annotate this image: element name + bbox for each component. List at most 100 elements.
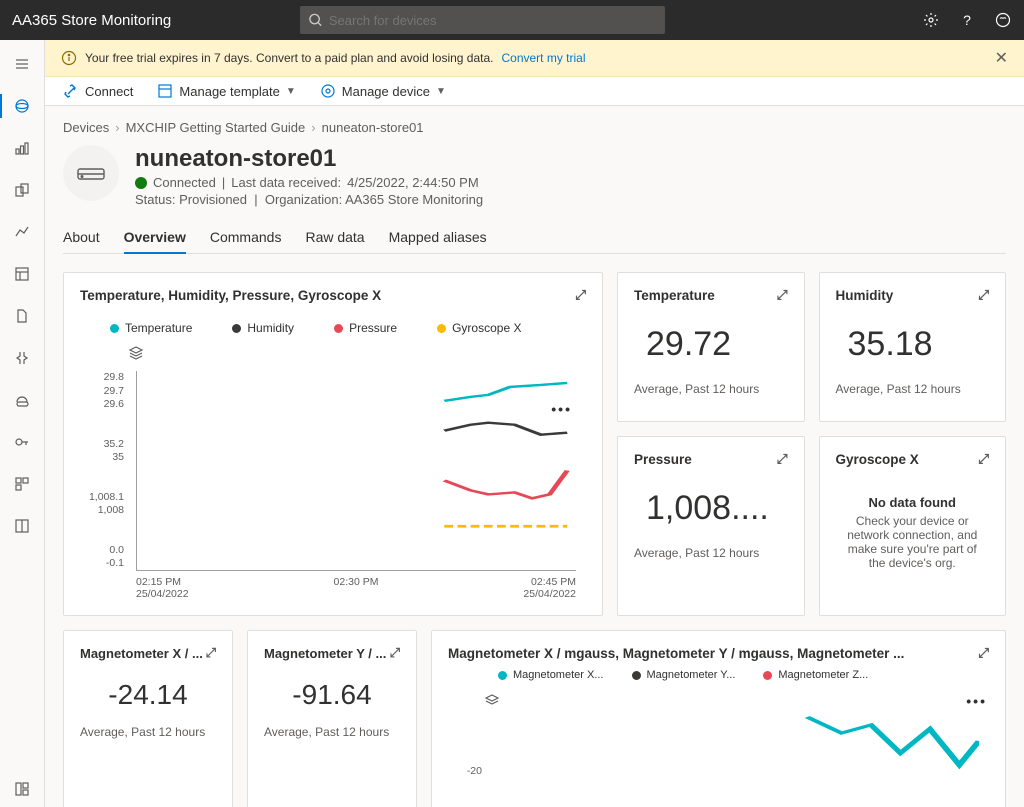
layers-icon[interactable] (128, 345, 144, 364)
rail-permissions-icon[interactable] (0, 424, 44, 460)
tab-overview[interactable]: Overview (124, 221, 186, 253)
status-value: Provisioned (179, 192, 247, 207)
search-input[interactable] (329, 13, 657, 28)
expand-icon[interactable]: ⤢ (978, 645, 989, 661)
chart-area: ••• -20 (448, 697, 989, 797)
legend-item[interactable]: Gyroscope X (437, 321, 521, 335)
rail-customize-icon[interactable] (0, 508, 44, 544)
connect-button[interactable]: Connect (63, 83, 133, 99)
tile-title-text: Magnetometer Y / ... (264, 646, 386, 661)
rail-app-icon[interactable] (0, 466, 44, 502)
breadcrumb-item[interactable]: MXCHIP Getting Started Guide (126, 120, 306, 135)
trial-banner: Your free trial expires in 7 days. Conve… (45, 40, 1024, 77)
kpi-value: 35.18 (836, 325, 990, 364)
legend-item[interactable]: Humidity (232, 321, 294, 335)
rail-templates-icon[interactable] (0, 256, 44, 292)
kpi-value: -91.64 (264, 679, 400, 711)
tile-magnetometer-y: Magnetometer Y / ... ⤢ -91.64 Average, Pa… (247, 630, 417, 807)
expand-icon[interactable]: ⤢ (390, 645, 400, 661)
search-icon (308, 12, 323, 28)
y-axis-ticks: -20 (448, 697, 482, 777)
device-icon (320, 83, 336, 99)
expand-icon[interactable]: ⤢ (978, 287, 989, 303)
org-label: Organization: (265, 192, 342, 207)
no-data-message: No data found Check your device or netwo… (836, 475, 990, 590)
settings-gear-icon[interactable] (922, 11, 940, 29)
rail-bottom-icon[interactable] (0, 771, 44, 807)
chart-plot (488, 697, 979, 777)
info-icon (61, 50, 77, 66)
tile-title-text: Temperature (634, 288, 715, 303)
y-axis-ticks: 29.829.729.6 35.235 1,008.11,008 0.0-0.1 (80, 371, 124, 571)
tile-title-text: Magnetometer X / mgauss, Magnetometer Y … (448, 646, 904, 661)
banner-close-icon[interactable]: ✕ (995, 48, 1008, 68)
chart-legend: Magnetometer X... Magnetometer Y... Magn… (448, 669, 989, 681)
last-data-label: Last data received: (231, 175, 341, 190)
chevron-down-icon: ▼ (286, 86, 296, 97)
tile-gyroscope-x: Gyroscope X⤢ No data found Check your de… (819, 436, 1007, 616)
tile-temperature: Temperature ⤢ 29.72 Average, Past 12 hour… (617, 272, 805, 422)
kpi-value: -24.14 (80, 679, 216, 711)
expand-icon[interactable]: ⤢ (777, 451, 788, 467)
rail-devices-icon[interactable] (0, 88, 44, 124)
command-bar: Connect Manage template ▼ Manage device … (45, 77, 1024, 106)
tile-pressure: Pressure⤢ 1,008.... Average, Past 12 hou… (617, 436, 805, 616)
breadcrumb-item[interactable]: nuneaton-store01 (322, 120, 424, 135)
manage-template-button[interactable]: Manage template ▼ (157, 83, 295, 99)
expand-icon[interactable]: ⤢ (206, 645, 216, 661)
chart-plot (136, 371, 576, 571)
tile-combined-chart: Temperature, Humidity, Pressure, Gyrosco… (63, 272, 603, 616)
breadcrumb: Devices › MXCHIP Getting Started Guide ›… (63, 120, 1006, 135)
manage-device-button[interactable]: Manage device ▼ (320, 83, 446, 99)
x-axis-ticks: 02:15 PM25/04/2022 02:30 PM 02:45 PM25/0… (136, 576, 576, 601)
kpi-value: 1,008.... (634, 489, 788, 528)
legend-item[interactable]: Magnetometer Y... (632, 669, 736, 681)
legend-item[interactable]: Temperature (110, 321, 192, 335)
kpi-subtitle: Average, Past 12 hours (80, 725, 216, 739)
kpi-subtitle: Average, Past 12 hours (264, 725, 400, 739)
tile-title-text: Magnetometer X / ... (80, 646, 203, 661)
help-icon[interactable]: ? (958, 11, 976, 29)
rail-jobs-icon[interactable] (0, 340, 44, 376)
kpi-subtitle: Average, Past 12 hours (634, 546, 788, 560)
device-header: nuneaton-store01 Connected | Last data r… (63, 145, 1006, 207)
expand-icon[interactable]: ⤢ (978, 451, 989, 467)
feedback-icon[interactable] (994, 11, 1012, 29)
content-scroll: Devices › MXCHIP Getting Started Guide ›… (45, 106, 1024, 807)
tile-title-text: Temperature, Humidity, Pressure, Gyrosco… (80, 288, 381, 303)
kpi-subtitle: Average, Past 12 hours (634, 382, 788, 396)
legend-item[interactable]: Magnetometer X... (498, 669, 604, 681)
banner-link[interactable]: Convert my trial (501, 51, 585, 65)
rail-hamburger-icon[interactable] (0, 46, 44, 82)
tab-mapped-aliases[interactable]: Mapped aliases (389, 221, 487, 253)
tab-raw-data[interactable]: Raw data (305, 221, 364, 253)
device-name: nuneaton-store01 (135, 145, 483, 173)
kpi-value: 29.72 (634, 325, 788, 364)
expand-icon[interactable]: ⤢ (575, 287, 586, 303)
expand-icon[interactable]: ⤢ (777, 287, 788, 303)
main-area: Your free trial expires in 7 days. Conve… (45, 40, 1024, 807)
tile-title-text: Humidity (836, 288, 894, 303)
tab-about[interactable]: About (63, 221, 100, 253)
rail-analytics-icon[interactable] (0, 214, 44, 250)
breadcrumb-item[interactable]: Devices (63, 120, 109, 135)
banner-text: Your free trial expires in 7 days. Conve… (85, 51, 493, 65)
rail-files-icon[interactable] (0, 298, 44, 334)
legend-item[interactable]: Pressure (334, 321, 397, 335)
legend-item[interactable]: Magnetometer Z... (763, 669, 868, 681)
chevron-right-icon: › (115, 120, 119, 135)
chart-legend: Temperature Humidity Pressure Gyroscope … (80, 321, 586, 335)
last-data-value: 4/25/2022, 2:44:50 PM (347, 175, 479, 190)
connected-status-icon (135, 177, 147, 189)
top-header: AA365 Store Monitoring ? (0, 0, 1024, 40)
chevron-right-icon: › (311, 120, 315, 135)
search-box[interactable] (300, 6, 665, 34)
rail-dashboards-icon[interactable] (0, 130, 44, 166)
tab-commands[interactable]: Commands (210, 221, 282, 253)
app-title: AA365 Store Monitoring (12, 12, 171, 29)
rail-device-groups-icon[interactable] (0, 172, 44, 208)
tile-magnetometer-x: Magnetometer X / ...⤢ -24.14 Average, Pa… (63, 630, 233, 807)
kpi-subtitle: Average, Past 12 hours (836, 382, 990, 396)
rail-data-export-icon[interactable] (0, 382, 44, 418)
device-avatar-icon (63, 145, 119, 201)
